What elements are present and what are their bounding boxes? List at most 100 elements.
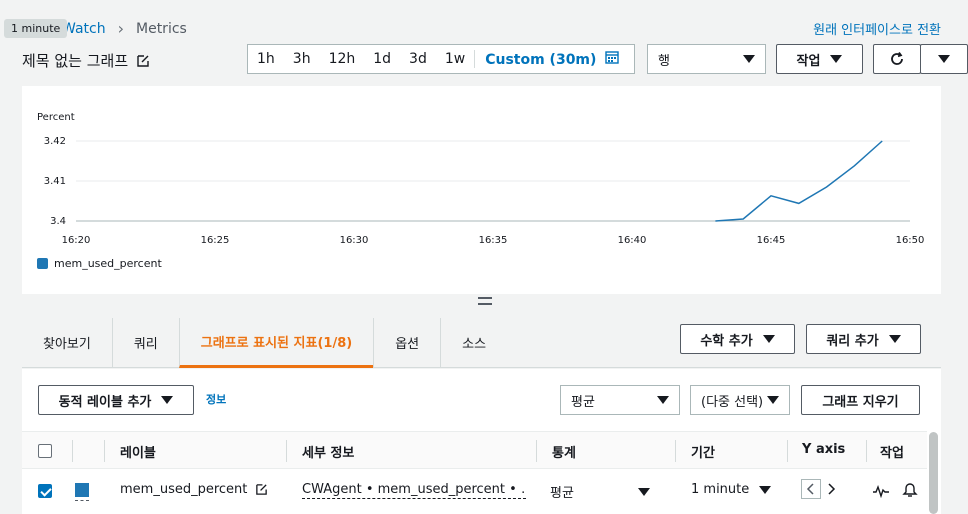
- time-range-3d[interactable]: 3d: [400, 51, 436, 67]
- caret-down-icon: [743, 55, 755, 63]
- column-divider: [72, 440, 73, 462]
- tab-graphed-metrics[interactable]: 그래프로 표시된 지표(1/8): [178, 317, 374, 368]
- tab-query[interactable]: 쿼리: [111, 317, 179, 368]
- resize-handle[interactable]: [478, 297, 492, 305]
- column-header-actions: 작업: [880, 446, 904, 461]
- graph-metric-icon[interactable]: [873, 484, 889, 498]
- add-query-button[interactable]: 쿼리 추가: [806, 324, 921, 354]
- period-tooltip: 1 minute: [4, 19, 68, 38]
- tab-options[interactable]: 옵션: [373, 317, 440, 368]
- actions-button-label: 작업: [796, 53, 821, 69]
- add-query-button-label: 쿼리 추가: [826, 333, 879, 349]
- view-type-select[interactable]: 행: [647, 44, 766, 74]
- view-type-value: 행: [658, 53, 670, 69]
- column-divider: [787, 440, 788, 462]
- column-header-period[interactable]: 기간: [691, 442, 715, 461]
- alarm-bell-icon[interactable]: [902, 482, 918, 498]
- column-divider: [866, 440, 867, 462]
- actions-button[interactable]: 작업: [776, 44, 863, 74]
- y-axis-left-button[interactable]: [801, 479, 821, 499]
- time-range-1d[interactable]: 1d: [364, 51, 400, 67]
- y-tick-label: 3.41: [44, 176, 66, 187]
- column-divider: [675, 440, 676, 462]
- x-tick-label: 16:25: [201, 235, 230, 246]
- x-tick-label: 16:50: [896, 235, 925, 246]
- time-range-custom[interactable]: Custom (30m): [474, 50, 628, 68]
- clear-graph-button-label: 그래프 지우기: [822, 394, 899, 410]
- graph-title-text: 제목 없는 그래프: [22, 52, 129, 70]
- column-divider: [536, 440, 537, 462]
- tab-source[interactable]: 소스: [440, 317, 507, 368]
- edit-icon[interactable]: [255, 483, 268, 496]
- column-header-details[interactable]: 세부 정보: [302, 442, 354, 461]
- time-range-selector: 1h 3h 12h 1d 3d 1w Custom (30m): [247, 44, 635, 74]
- breadcrumb: Watch › Metrics: [62, 19, 187, 38]
- statistic-select-value: 평균: [571, 394, 595, 410]
- x-tick-label: 16:20: [62, 235, 91, 246]
- row-period-value: 1 minute: [691, 482, 750, 497]
- statistic-select[interactable]: 평균: [560, 385, 680, 415]
- column-divider: [286, 440, 287, 462]
- row-statistic-value: 평균: [550, 486, 574, 501]
- y-axis-right-button[interactable]: [823, 479, 839, 499]
- row-checkbox[interactable]: [38, 484, 52, 498]
- column-header-label[interactable]: 레이블: [120, 442, 156, 461]
- chart-legend[interactable]: mem_used_percent: [37, 257, 162, 270]
- y-axis-switch: [801, 479, 839, 499]
- refresh-interval-dropdown[interactable]: [920, 44, 968, 74]
- caret-down-icon: [161, 396, 174, 404]
- caret-down-icon: [638, 487, 650, 496]
- info-link[interactable]: 정보: [206, 391, 226, 407]
- y-axis-label: Percent: [37, 112, 75, 123]
- chevron-right-icon: [828, 483, 836, 495]
- row-details[interactable]: CWAgent • mem_used_percent • …: [302, 482, 526, 499]
- caret-down-icon: [888, 335, 901, 343]
- metric-chart-panel: Percent 3.4 3.41 3.42 16:20 16:25 16:30 16:35…: [22, 86, 941, 294]
- select-all-checkbox[interactable]: [38, 444, 52, 458]
- switch-to-original-ui-link[interactable]: 원래 인터페이스로 전환: [813, 19, 941, 38]
- period-multi-select[interactable]: (다중 선택): [690, 385, 790, 415]
- caret-down-icon: [759, 485, 771, 494]
- metrics-table-header: 레이블 세부 정보 통계 기간 Y axis 작업: [22, 431, 927, 469]
- time-range-1w[interactable]: 1w: [436, 51, 474, 67]
- x-tick-label: 16:30: [340, 235, 369, 246]
- row-label-cell: mem_used_percent: [120, 482, 268, 497]
- column-header-y-axis[interactable]: Y axis: [802, 442, 845, 457]
- time-range-custom-label: Custom (30m): [485, 52, 597, 68]
- time-range-1h[interactable]: 1h: [248, 51, 284, 67]
- row-label: mem_used_percent: [120, 482, 248, 497]
- chevron-left-icon: [806, 483, 814, 495]
- caret-down-icon: [767, 396, 779, 404]
- column-header-statistic[interactable]: 통계: [552, 442, 576, 461]
- row-statistic-select[interactable]: 평균: [550, 482, 650, 501]
- y-tick-label: 3.42: [44, 136, 66, 147]
- time-range-3h[interactable]: 3h: [284, 51, 320, 67]
- caret-down-icon: [657, 396, 669, 404]
- x-tick-label: 16:35: [479, 235, 508, 246]
- calendar-icon: [605, 51, 619, 64]
- add-math-button[interactable]: 수학 추가: [680, 324, 795, 354]
- add-dynamic-label-button[interactable]: 동적 레이블 추가: [38, 385, 194, 415]
- column-divider: [104, 440, 105, 462]
- table-scrollbar[interactable]: [929, 432, 938, 514]
- row-period-select[interactable]: 1 minute: [691, 482, 771, 497]
- time-range-12h[interactable]: 12h: [320, 51, 365, 67]
- breadcrumb-cloudwatch-link[interactable]: Watch: [62, 21, 106, 37]
- metrics-tabs: 찾아보기 쿼리 그래프로 표시된 지표(1/8) 옵션 소스: [22, 317, 941, 368]
- x-tick-label: 16:45: [757, 235, 786, 246]
- x-tick-label: 16:40: [618, 235, 647, 246]
- add-math-button-label: 수학 추가: [700, 333, 753, 349]
- caret-down-icon: [762, 335, 775, 343]
- edit-icon[interactable]: [136, 54, 150, 68]
- legend-swatch: [37, 258, 48, 269]
- graph-title: 제목 없는 그래프: [22, 50, 150, 71]
- y-tick-label: 3.4: [50, 216, 66, 227]
- table-row: mem_used_percent CWAgent • mem_used_perc…: [22, 469, 927, 514]
- clear-graph-button[interactable]: 그래프 지우기: [801, 385, 920, 415]
- refresh-icon: [891, 51, 903, 65]
- period-multi-select-value: (다중 선택): [701, 394, 764, 410]
- refresh-button[interactable]: [873, 44, 921, 74]
- legend-label: mem_used_percent: [54, 257, 162, 270]
- series-color-swatch[interactable]: [75, 483, 89, 497]
- tab-browse[interactable]: 찾아보기: [22, 318, 112, 368]
